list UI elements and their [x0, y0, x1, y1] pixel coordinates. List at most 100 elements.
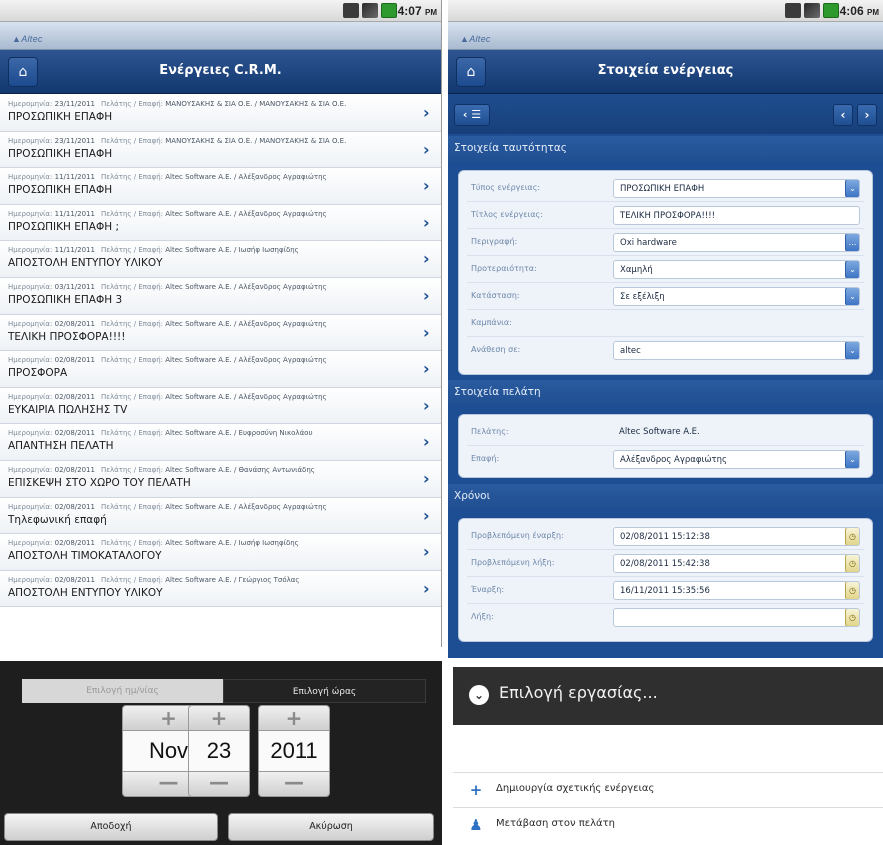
field-value[interactable]: altec ⌄ [613, 341, 860, 360]
dropdown-arrow-icon[interactable]: ⌄ [845, 451, 859, 468]
row-date: 02/08/2011 [54, 502, 95, 511]
field-label: Πελάτης: [471, 427, 509, 436]
list-item[interactable]: Ημερομηνία: 11/11/2011 Πελάτης / Επαφή: A… [0, 204, 441, 242]
accept-button[interactable]: Αποδοχή [4, 813, 218, 841]
form-row: Τύπος ενέργειας: ΠΡΟΣΩΠΙΚΗ ΕΠΑΦΗ ⌄ [467, 175, 864, 202]
field-label: Επαφή: [471, 454, 500, 463]
list-item[interactable]: Ημερομηνία: 02/08/2011 Πελάτης / Επαφή: A… [0, 570, 441, 608]
field-value[interactable]: Αλέξανδρος Αγραφιώτης ⌄ [613, 450, 860, 469]
calendar-icon[interactable]: ◷ [845, 582, 859, 599]
chevron-right-icon: › [423, 139, 430, 159]
row-meta: Ημερομηνία: 11/11/2011 Πελάτης / Επαφή: A… [8, 210, 411, 218]
title-bar: ⌂ Ενέργειες C.R.M. [0, 50, 441, 94]
list-item[interactable]: Ημερομηνία: 11/11/2011 Πελάτης / Επαφή: A… [0, 168, 441, 205]
field-label: Ανάθεση σε: [471, 345, 521, 354]
row-title: ΑΠΑΝΤΗΣΗ ΠΕΛΑΤΗ [8, 440, 114, 453]
menu-item-go-to-customer[interactable]: ♟ Μετάβαση στον πελάτη [453, 807, 883, 841]
list-item[interactable]: Ημερομηνία: 02/08/2011 Πελάτης / Επαφή: A… [0, 497, 441, 535]
more-icon[interactable]: … [845, 234, 859, 251]
dropdown-arrow-icon[interactable]: ⌄ [845, 342, 859, 359]
date-label: Ημερομηνία: [8, 429, 53, 438]
calendar-icon[interactable]: ◷ [845, 609, 859, 626]
year-increment-button[interactable]: + [258, 705, 330, 731]
list-item[interactable]: Ημερομηνία: 02/08/2011 Πελάτης / Επαφή: A… [0, 460, 441, 498]
previous-record-button[interactable]: ‹ [833, 104, 853, 126]
day-value[interactable]: 23 [188, 731, 250, 771]
field-label: Προτεραιότητα: [471, 264, 537, 273]
list-item[interactable]: Ημερομηνία: 11/11/2011 Πελάτης / Επαφή: A… [0, 241, 441, 278]
field-value[interactable]: Oxi hardware… [613, 233, 860, 252]
network-icon [785, 3, 801, 18]
row-title: ΠΡΟΣΩΠΙΚΗ ΕΠΑΦΗ [8, 111, 113, 123]
dropdown-arrow-icon[interactable]: ⌄ [845, 180, 859, 197]
row-date: 11/11/2011 [54, 209, 95, 218]
task-menu-header: ⌄ Επιλογή εργασίας... [453, 667, 883, 725]
signal-icon [804, 3, 820, 18]
day-increment-button[interactable]: + [188, 705, 250, 731]
field-value[interactable]: 16/11/2011 15:35:56 ◷ [613, 581, 860, 600]
chevron-right-icon: › [423, 212, 430, 232]
list-item[interactable]: Ημερομηνία: 23/11/2011 Πελάτης / Επαφή: Μ… [0, 95, 441, 132]
date-label: Ημερομηνία: [8, 502, 53, 511]
menu-item-create-related-action[interactable]: + Δημιουργία σχετικής ενέργειας [453, 772, 883, 806]
year-spinner: + 2011 — [258, 705, 330, 797]
field-value[interactable]: ◷ [613, 608, 860, 627]
list-item[interactable]: Ημερομηνία: 02/08/2011 Πελάτης / Επαφή: A… [0, 314, 441, 352]
menu-item-label: Μετάβαση στον πελάτη [496, 818, 616, 829]
field-value[interactable]: ΤΕΛΙΚΗ ΠΡΟΣΦΟΡΑ!!!! [613, 206, 860, 225]
app-header: ▲Altec [448, 22, 883, 50]
actions-list: Ημερομηνία: 23/11/2011 Πελάτης / Επαφή: Μ… [0, 95, 441, 608]
person-icon: ♟ [469, 816, 483, 834]
field-label: Λήξη: [471, 612, 494, 621]
dropdown-arrow-icon[interactable]: ⌄ [845, 261, 859, 278]
app-header: ▲Altec [0, 22, 441, 50]
row-title: ΑΠΟΣΤΟΛΗ ΤΙΜΟΚΑΤΑΛΟΓΟΥ [8, 550, 162, 563]
row-title: ΕΥΚΑΙΡΙΑ ΠΩΛΗΣΗΣ TV [8, 403, 128, 416]
list-item[interactable]: Ημερομηνία: 02/08/2011 Πελάτης / Επαφή: A… [0, 424, 441, 461]
day-spinner: + 23 — [188, 705, 250, 797]
day-decrement-button[interactable]: — [188, 771, 250, 797]
next-record-button[interactable]: › [857, 104, 877, 126]
list-item[interactable]: Ημερομηνία: 03/11/2011 Πελάτης / Επαφή: A… [0, 277, 441, 315]
row-meta: Ημερομηνία: 02/08/2011 Πελάτης / Επαφή: A… [8, 393, 411, 401]
row-meta: Ημερομηνία: 02/08/2011 Πελάτης / Επαφή: A… [8, 320, 411, 328]
clock: 4:07 PM [397, 4, 437, 18]
row-customer: Altec Software A.E. / Αλέξανδρος Αγραφιώ… [165, 356, 327, 365]
dropdown-arrow-icon[interactable]: ⌄ [845, 288, 859, 305]
form-row: Επαφή: Αλέξανδρος Αγραφιώτης ⌄ [467, 446, 864, 473]
calendar-icon[interactable]: ◷ [845, 555, 859, 572]
action-details-screen: 4:06 PM ▲Altec ⌂ Στοιχεία ενέργειας ‹ ☰ … [448, 0, 883, 658]
cancel-button[interactable]: Ακύρωση [228, 813, 434, 841]
list-item[interactable]: Ημερομηνία: 02/08/2011 Πελάτης / Επαφή: A… [0, 534, 441, 571]
page-title: Στοιχεία ενέργειας [597, 63, 734, 78]
field-value[interactable]: ΠΡΟΣΩΠΙΚΗ ΕΠΑΦΗ ⌄ [613, 179, 860, 198]
date-label: Ημερομηνία: [8, 539, 53, 548]
field-value[interactable]: 02/08/2011 15:12:38 ◷ [613, 527, 860, 546]
back-button[interactable]: ‹ ☰ [454, 104, 490, 126]
form-row: Προβλεπόμενη έναρξη: 02/08/2011 15:12:38 ◷ [467, 523, 864, 550]
field-value[interactable]: 02/08/2011 15:42:38 ◷ [613, 554, 860, 573]
customer-label: Πελάτης / Επαφή: [100, 209, 164, 218]
list-item[interactable]: Ημερομηνία: 02/08/2011 Πελάτης / Επαφή: A… [0, 387, 441, 425]
chevron-down-icon: ⌄ [469, 685, 489, 705]
row-title: ΤΕΛΙΚΗ ΠΡΟΣΦΟΡΑ!!!! [8, 330, 126, 343]
date-picker-dialog: Επιλογή ημ/νίας Επιλογή ώρας + Nov — + 2… [0, 661, 442, 845]
battery-icon [381, 3, 397, 18]
record-toolbar: ‹ ☰ ‹ › [448, 94, 883, 134]
date-label: Ημερομηνία: [8, 319, 53, 328]
list-item[interactable]: Ημερομηνία: 23/11/2011 Πελάτης / Επαφή: Μ… [0, 131, 441, 169]
chevron-right-icon: › [423, 542, 430, 562]
year-value[interactable]: 2011 [258, 731, 330, 771]
row-customer: Altec Software A.E. / Ιωσήφ Ιωσηφίδης [165, 539, 299, 548]
calendar-icon[interactable]: ◷ [845, 528, 859, 545]
field-value[interactable]: Σε εξέλιξη ⌄ [613, 287, 860, 306]
field-value: Altec Software A.E. [619, 427, 700, 437]
network-icon [343, 3, 359, 18]
year-decrement-button[interactable]: — [258, 771, 330, 797]
tab-time[interactable]: Επιλογή ώρας [223, 679, 426, 703]
row-date: 03/11/2011 [54, 282, 95, 291]
field-value[interactable]: Χαμηλή ⌄ [613, 260, 860, 279]
list-item[interactable]: Ημερομηνία: 02/08/2011 Πελάτης / Επαφή: A… [0, 351, 441, 388]
row-title: ΠΡΟΣΩΠΙΚΗ ΕΠΑΦΗ ; [8, 220, 120, 233]
tab-date[interactable]: Επιλογή ημ/νίας [22, 679, 223, 703]
